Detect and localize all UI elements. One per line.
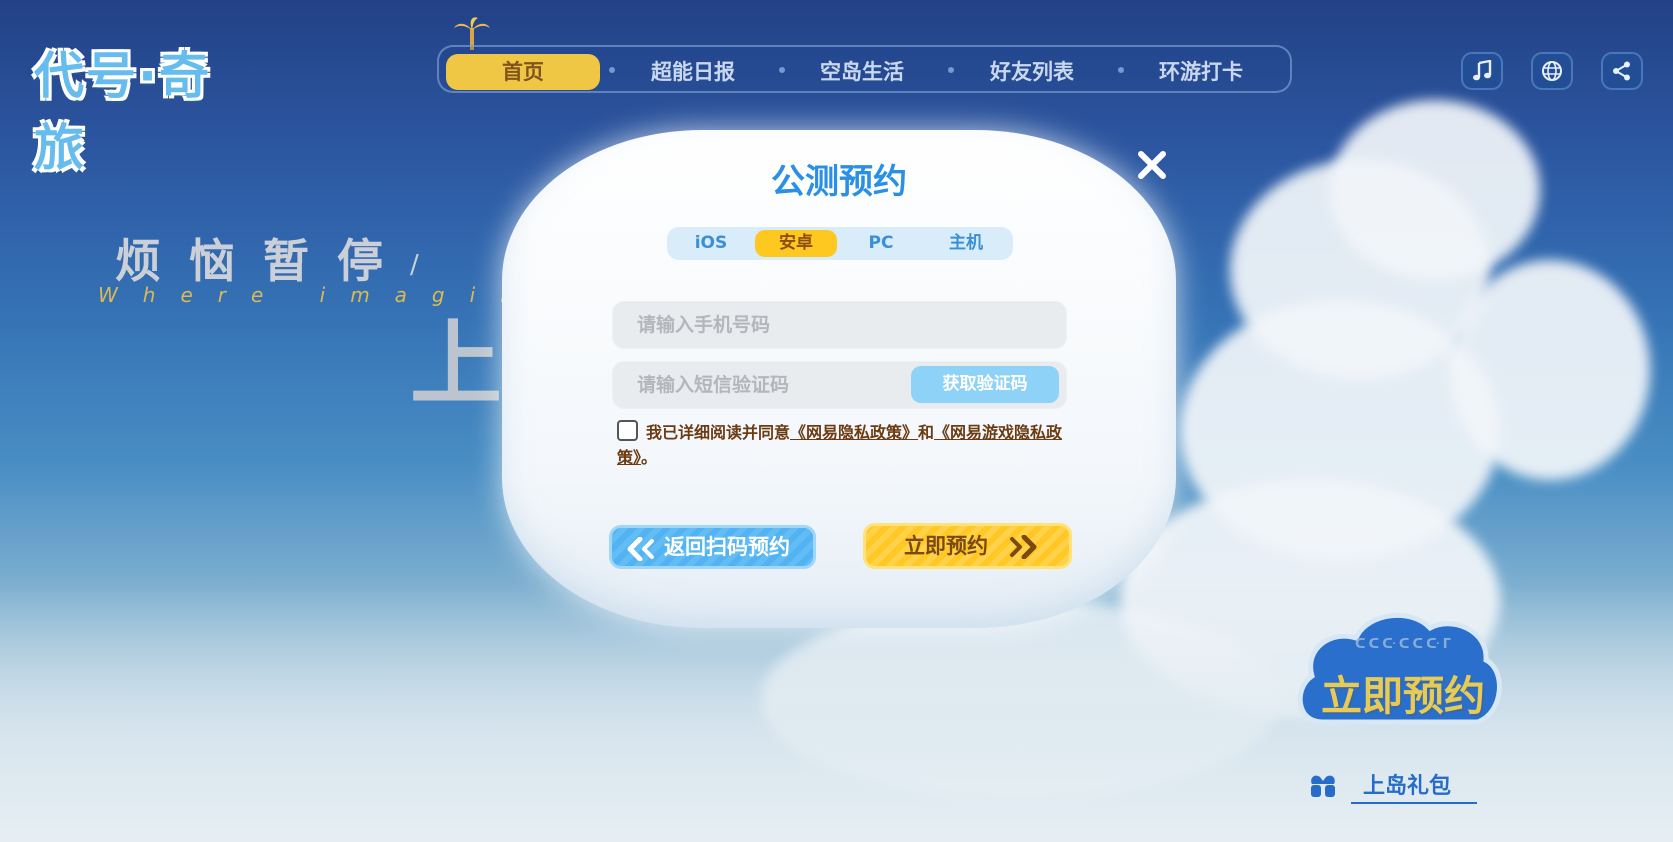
agree-prefix: 我已详细阅读并同意 bbox=[646, 423, 791, 442]
platform-tabs: iOS 安卓 PC 主机 bbox=[667, 227, 1013, 260]
agree-suffix: 。 bbox=[641, 448, 658, 467]
agreement-checkbox[interactable] bbox=[617, 420, 638, 441]
agreement: 我已详细阅读并同意《网易隐私政策》和《网易游戏隐私政策》。 bbox=[617, 420, 1072, 470]
agree-and: 和 bbox=[918, 423, 935, 442]
get-code-button[interactable]: 获取验证码 bbox=[911, 366, 1059, 403]
tab-console[interactable]: 主机 bbox=[925, 230, 1007, 257]
tab-ios[interactable]: iOS bbox=[670, 230, 752, 257]
back-to-qr-button[interactable]: 返回扫码预约 bbox=[609, 525, 816, 569]
reserve-now-button[interactable]: 立即预约 bbox=[863, 523, 1072, 569]
close-icon[interactable] bbox=[1133, 146, 1171, 184]
modal-title: 公测预约 bbox=[771, 162, 907, 202]
double-chevron-right-icon bbox=[1010, 535, 1037, 559]
double-chevron-left-icon bbox=[627, 537, 654, 561]
reserve-now-label: 立即预约 bbox=[904, 534, 988, 558]
back-to-qr-label: 返回扫码预约 bbox=[664, 535, 790, 559]
tab-pc[interactable]: PC bbox=[840, 230, 922, 257]
phone-field bbox=[612, 301, 1067, 349]
phone-input[interactable] bbox=[613, 302, 1066, 348]
privacy-policy-link[interactable]: 《网易隐私政策》 bbox=[790, 423, 918, 442]
tab-android[interactable]: 安卓 bbox=[755, 230, 837, 257]
